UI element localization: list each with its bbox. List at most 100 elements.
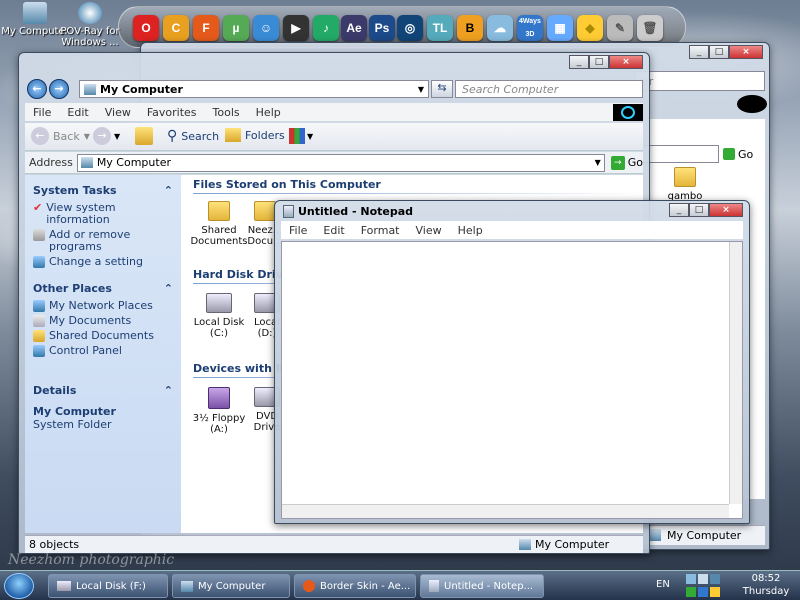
item-shared-documents[interactable]: Shared Documents xyxy=(189,201,249,247)
close-button[interactable]: × xyxy=(709,203,743,217)
back-button[interactable]: ← Back ▼ xyxy=(31,127,90,145)
item-local-disk-c[interactable]: Local Disk (C:) xyxy=(189,293,249,339)
desktop-icon-povray[interactable]: POV-Ray for Windows ... xyxy=(58,2,122,48)
utorrent-icon[interactable]: µ xyxy=(223,15,249,41)
menu-file[interactable]: File xyxy=(281,224,315,237)
taskbar-btn-notepad[interactable]: Untitled - Notep... xyxy=(420,574,544,598)
notepad-titlebar[interactable]: Untitled - Notepad xyxy=(283,205,413,218)
cloud-app-icon[interactable]: ☁ xyxy=(487,15,513,41)
b-app-icon[interactable]: B xyxy=(457,15,483,41)
menu-tools[interactable]: Tools xyxy=(205,106,248,119)
other-places-header[interactable]: Other Places ⌃ xyxy=(33,279,173,297)
taskbar-btn-border-skin[interactable]: Border Skin - Ae... xyxy=(294,574,416,598)
messenger-icon[interactable]: ☺ xyxy=(253,15,279,41)
place-control-panel[interactable]: Control Panel xyxy=(33,345,173,357)
minimize-button[interactable]: _ xyxy=(689,45,709,59)
section-files-header: Files Stored on This Computer xyxy=(193,178,381,191)
menu-view[interactable]: View xyxy=(97,106,139,119)
language-indicator[interactable]: EN xyxy=(656,579,670,590)
refresh-button[interactable]: ⇆ xyxy=(431,80,453,98)
clock[interactable]: 08:52 Thursday xyxy=(736,572,796,598)
details-header[interactable]: Details ⌃ xyxy=(33,381,173,399)
network-icon[interactable] xyxy=(686,574,696,584)
bluetooth-icon[interactable] xyxy=(698,587,708,597)
programs-icon xyxy=(33,229,45,241)
security-icon[interactable] xyxy=(686,587,696,597)
tools-app-icon[interactable]: ✎ xyxy=(607,15,633,41)
item-floppy-a[interactable]: 3½ Floppy (A:) xyxy=(189,387,249,435)
search-input[interactable]: Search Computer xyxy=(455,80,643,98)
chevron-down-icon[interactable]: ▼ xyxy=(418,85,424,94)
views-button[interactable]: ▼ xyxy=(289,128,313,144)
folders-button[interactable]: Folders xyxy=(225,128,285,142)
window-app-icon[interactable]: ▦ xyxy=(547,15,573,41)
minimize-button[interactable]: _ xyxy=(569,55,589,69)
taskbar-btn-my-computer[interactable]: My Computer xyxy=(172,574,290,598)
forward-button[interactable]: → ▼ xyxy=(93,127,120,145)
go-button[interactable]: → Go xyxy=(610,155,643,170)
after-effects-icon[interactable]: Ae xyxy=(341,15,367,41)
cube-app-icon[interactable]: ◆ xyxy=(577,15,603,41)
place-network[interactable]: My Network Places xyxy=(33,300,173,312)
folder-icon xyxy=(225,128,241,142)
close-button[interactable]: × xyxy=(609,55,643,69)
opera-icon[interactable]: O xyxy=(133,15,159,41)
menu-favorites[interactable]: Favorites xyxy=(139,106,205,119)
media-player-icon[interactable]: ▶ xyxy=(283,15,309,41)
task-view-system-info[interactable]: ✔ View system information xyxy=(33,202,173,226)
background-folder-item[interactable]: gambo xyxy=(665,167,705,202)
notepad-horizontal-scrollbar[interactable] xyxy=(282,504,729,518)
background-address-dropdown[interactable] xyxy=(639,145,719,163)
firefox-icon xyxy=(303,580,315,592)
breadcrumb[interactable]: My Computer ▼ xyxy=(79,80,429,98)
firefox-icon[interactable]: F xyxy=(193,15,219,41)
collapse-icon[interactable]: ⌃ xyxy=(164,184,173,197)
maximize-button[interactable]: □ xyxy=(589,55,609,69)
nav-back-button[interactable]: ← xyxy=(27,79,47,99)
menu-format[interactable]: Format xyxy=(353,224,408,237)
control-panel-icon xyxy=(33,345,45,357)
tl-app-icon[interactable]: TL xyxy=(427,15,453,41)
display-icon[interactable] xyxy=(710,574,720,584)
notepad-window[interactable]: Untitled - Notepad _ □ × File Edit Forma… xyxy=(274,200,750,524)
collapse-icon[interactable]: ⌃ xyxy=(164,384,173,397)
background-search-input[interactable]: er xyxy=(635,71,765,91)
maximize-button[interactable]: □ xyxy=(709,45,729,59)
system-tasks-header[interactable]: System Tasks ⌃ xyxy=(33,181,173,199)
menu-edit[interactable]: Edit xyxy=(315,224,352,237)
task-add-remove-programs[interactable]: Add or remove programs xyxy=(33,229,173,253)
music-icon[interactable]: ♪ xyxy=(313,15,339,41)
minimize-button[interactable]: _ xyxy=(669,203,689,217)
taskbar-btn-local-disk-f[interactable]: Local Disk (F:) xyxy=(48,574,168,598)
menu-file[interactable]: File xyxy=(25,106,59,119)
chrome-icon[interactable]: C xyxy=(163,15,189,41)
menu-help[interactable]: Help xyxy=(248,106,289,119)
menu-edit[interactable]: Edit xyxy=(59,106,96,119)
maximize-button[interactable]: □ xyxy=(689,203,709,217)
search-button[interactable]: ⚲ Search xyxy=(167,128,219,144)
notepad-vertical-scrollbar[interactable] xyxy=(729,242,742,504)
photoshop-icon[interactable]: Ps xyxy=(369,15,395,41)
computer-icon xyxy=(23,2,47,24)
views-icon xyxy=(289,128,305,144)
go-arrow-icon: → xyxy=(610,155,625,170)
start-button[interactable] xyxy=(4,573,34,599)
close-button[interactable]: × xyxy=(729,45,763,59)
volume-icon[interactable] xyxy=(698,574,708,584)
menu-view[interactable]: View xyxy=(408,224,450,237)
4ways-3d-icon[interactable]: 4Ways 3D xyxy=(517,15,543,41)
address-input[interactable]: My Computer ▼ xyxy=(76,153,605,172)
collapse-icon[interactable]: ⌃ xyxy=(164,282,173,295)
place-shared-documents[interactable]: Shared Documents xyxy=(33,330,173,342)
nav-forward-button[interactable]: → xyxy=(49,79,69,99)
swirl-app-icon[interactable]: ◎ xyxy=(397,15,423,41)
notepad-text-area[interactable] xyxy=(281,241,743,519)
recycle-bin-icon[interactable]: 🗑 xyxy=(637,15,663,41)
up-folder-icon[interactable] xyxy=(135,127,153,145)
menu-help[interactable]: Help xyxy=(450,224,491,237)
place-my-documents[interactable]: My Documents xyxy=(33,315,173,327)
chevron-down-icon[interactable]: ▼ xyxy=(595,158,601,167)
task-change-setting[interactable]: Change a setting xyxy=(33,256,173,268)
background-go-button[interactable]: Go xyxy=(723,145,765,163)
update-icon[interactable] xyxy=(710,587,720,597)
